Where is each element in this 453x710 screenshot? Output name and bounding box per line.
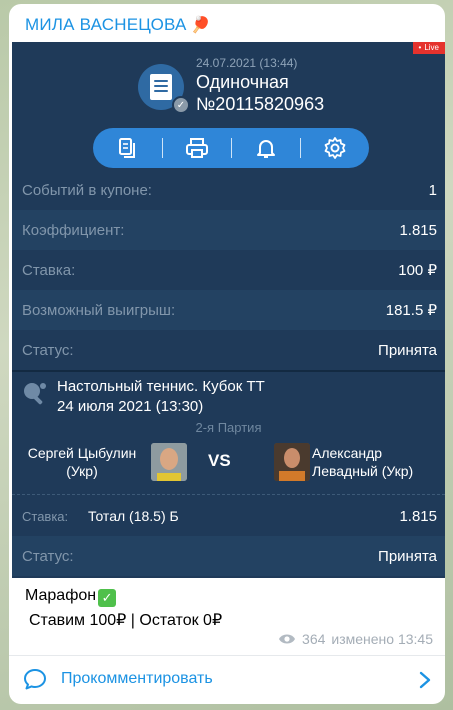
summary-row-status: Статус: Принята <box>12 330 445 370</box>
edited-time: изменено 13:45 <box>331 631 433 647</box>
summary-value: 1 <box>428 181 437 199</box>
summary-label: Событий в купоне: <box>22 181 152 199</box>
comment-button[interactable]: Прокомментировать <box>23 668 213 690</box>
coupon-screenshot[interactable]: Live ✓ 24.07.2021 (13:44) Одиночная №201… <box>12 42 445 578</box>
eye-icon <box>279 634 296 644</box>
section-divider <box>12 370 445 372</box>
summary-value: Принята <box>378 341 437 359</box>
bet-label: Ставка: <box>22 508 69 524</box>
check-icon: ✓ <box>172 96 190 114</box>
bet-status-row: Статус: Принята <box>12 536 445 576</box>
versus-label: VS <box>208 451 231 470</box>
message-line-2: Ставим 100₽ | Остаток 0₽ <box>29 612 223 629</box>
table-tennis-icon <box>24 383 46 405</box>
summary-label: Возможный выигрыш: <box>22 301 176 319</box>
coupon-type: Одиночная <box>196 72 289 92</box>
player-right-avatar <box>274 443 310 481</box>
message-meta: 364 изменено 13:45 <box>278 631 433 647</box>
summary-row-payout: Возможный выигрыш: 181.5 ₽ <box>12 290 445 330</box>
comment-label: Прокомментировать <box>61 670 213 687</box>
comment-icon <box>24 669 46 690</box>
bet-odds: 1.815 <box>399 507 437 525</box>
event-stage: 2-я Партия <box>195 420 262 435</box>
bet-status-value: Принята <box>378 547 437 565</box>
message-card: МИЛА ВАСНЕЦОВА🏓 Live ✓ 24.07.2021 (13:44… <box>9 4 445 704</box>
player-right-name: Александр Левадный (Укр) <box>312 445 414 479</box>
summary-row-odds: Коэффициент: 1.815 <box>12 210 445 250</box>
notify-button[interactable] <box>231 128 300 168</box>
summary-label: Статус: <box>22 341 74 359</box>
coupon-datetime: 24.07.2021 (13:44) <box>196 56 298 70</box>
summary-label: Коэффициент: <box>22 221 125 239</box>
copy-icon <box>118 138 135 158</box>
settings-button[interactable] <box>300 128 369 168</box>
channel-title[interactable]: МИЛА ВАСНЕЦОВА 🏓 <box>25 15 211 35</box>
bet-selection: Тотал (18.5) Б <box>88 508 179 524</box>
coupon-toolbar <box>93 128 369 168</box>
coupon-number: №20115820963 <box>196 94 325 114</box>
player-left-avatar <box>151 443 187 481</box>
message-line-1: Марафон ✓ <box>25 587 117 607</box>
comment-divider <box>9 655 445 656</box>
message-line-1-text: Марафон <box>25 587 97 604</box>
gear-icon <box>324 137 345 159</box>
summary-value: 181.5 ₽ <box>385 302 437 319</box>
player-left-name: Сергей Цыбулин (Укр) <box>27 445 137 479</box>
ping-pong-emoji: 🏓 <box>190 17 211 34</box>
summary-value: 100 ₽ <box>398 262 437 279</box>
view-count: 364 <box>302 631 326 647</box>
channel-name: МИЛА ВАСНЕЦОВА <box>25 15 187 34</box>
event-title: Настольный теннис. Кубок ТТ <box>57 378 265 395</box>
event-date: 24 июля 2021 (13:30) <box>57 398 204 415</box>
bet-status-label: Статус: <box>22 547 74 565</box>
summary-value: 1.815 <box>399 221 437 239</box>
bet-row: Ставка: Тотал (18.5) Б 1.815 <box>12 496 445 536</box>
summary-row-stake: Ставка: 100 ₽ <box>12 250 445 290</box>
dashed-divider <box>12 494 445 495</box>
bell-icon <box>256 140 275 158</box>
check-mark-icon: ✓ <box>98 589 117 607</box>
live-badge: Live <box>412 42 445 54</box>
summary-row-events: Событий в купоне: 1 <box>12 170 445 210</box>
chevron-right-icon[interactable] <box>419 671 431 689</box>
copy-button[interactable] <box>93 128 162 168</box>
print-icon <box>185 138 208 158</box>
print-button[interactable] <box>162 128 231 168</box>
summary-label: Ставка: <box>22 261 76 279</box>
